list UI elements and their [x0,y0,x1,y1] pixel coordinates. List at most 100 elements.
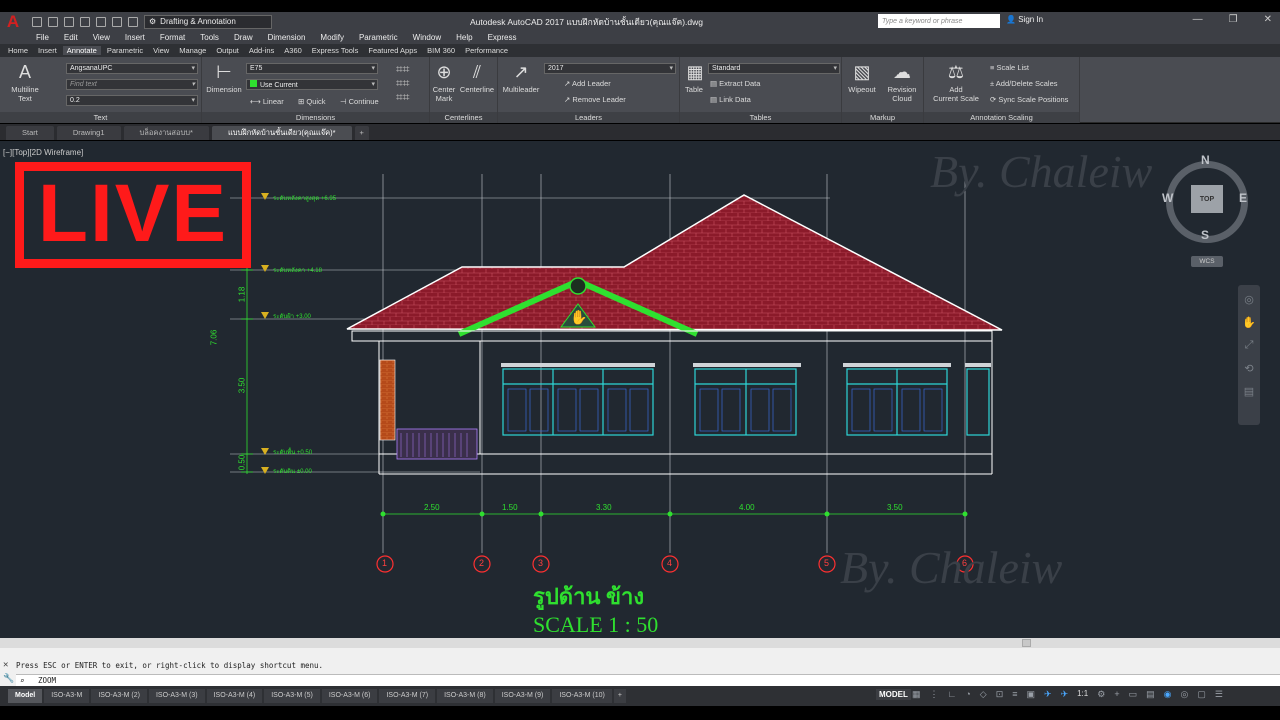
scrollbar-thumb[interactable] [1022,639,1031,647]
menu-edit[interactable]: Edit [64,33,78,42]
layout-tab-model[interactable]: Model [8,689,43,703]
table-button[interactable]: ▦ Table [682,61,706,95]
dim-layer-dropdown[interactable]: Use Current [246,79,378,90]
annotation-scale[interactable]: 1:1 [1077,689,1088,700]
quick-button[interactable]: ⊞ Quick [298,97,326,106]
tab-a360[interactable]: A360 [280,46,306,55]
wcs-menu[interactable]: WCS [1191,256,1223,267]
command-line[interactable]: ⌕ ZOOM [16,674,1280,686]
polar-icon[interactable]: ◔ [965,689,970,700]
showmotion-icon[interactable]: ▤ [1244,385,1254,398]
pan-icon[interactable]: ✋ [1242,316,1256,329]
dimension-button[interactable]: ⊢ Dimension [204,61,244,95]
layout-tab[interactable]: ISO-A3-M (7) [379,689,436,703]
tab-home[interactable]: Home [4,46,32,55]
sync-scale-button[interactable]: ⟳ Sync Scale Positions [990,95,1068,104]
dim-style-dropdown[interactable]: E75 [246,63,378,74]
doc-tab-drawing1[interactable]: Drawing1 [56,126,121,140]
snap-icon[interactable]: ⋮ [930,689,939,700]
clean-screen-icon[interactable]: ▢ [1197,689,1206,700]
mleader-style-dropdown[interactable]: 2017 [544,63,676,74]
tab-parametric[interactable]: Parametric [103,46,147,55]
multiline-text-button[interactable]: A Multiline Text [6,61,44,104]
wipeout-button[interactable]: ▧ Wipeout [844,61,880,95]
compass-s[interactable]: S [1201,228,1209,242]
viewcube-top[interactable]: TOP [1191,185,1223,213]
menu-draw[interactable]: Draw [234,33,253,42]
quick-properties-icon[interactable]: ▤ [1146,689,1155,700]
centerlines-panel-label[interactable]: Centerlines [430,112,497,123]
drawing-canvas[interactable]: [−][Top][2D Wireframe] ระดับหลังคาสูงสุด… [0,141,1280,638]
model-space-toggle[interactable]: MODEL [876,689,911,700]
add-delete-scales-button[interactable]: ± Add/Delete Scales [990,79,1058,88]
close-command-icon[interactable]: ✕ [3,660,8,670]
layout-tab[interactable]: ISO-A3-M (9) [494,689,551,703]
tab-annotate[interactable]: Annotate [62,46,101,55]
transparency-icon[interactable]: ▣ [1027,689,1036,700]
grid-icon[interactable]: ▦ [912,689,921,700]
text-panel-label[interactable]: Text [0,112,201,123]
linear-button[interactable]: ⟷ Linear [250,97,284,106]
tab-performance[interactable]: Performance [461,46,512,55]
annotation-scaling-panel-label[interactable]: Annotation Scaling [924,112,1079,123]
tab-addins[interactable]: Add-ins [245,46,278,55]
isolate-objects-icon[interactable]: ◎ [1180,689,1188,700]
text-height-dropdown[interactable]: 0.2 [66,95,198,106]
units-icon[interactable]: ▭ [1129,689,1138,700]
menu-file[interactable]: File [36,33,49,42]
scale-list-button[interactable]: ≡ Scale List [990,63,1029,72]
autocad-logo-icon[interactable]: A [0,12,26,31]
tab-output[interactable]: Output [212,46,243,55]
customize-icon[interactable]: 🔧 [3,674,14,684]
menu-express[interactable]: Express [488,33,517,42]
table-style-dropdown[interactable]: Standard [708,63,840,74]
orbit-icon[interactable]: ⟲ [1244,362,1253,375]
add-layout-icon[interactable]: + [613,689,626,703]
close-icon[interactable]: ✕ [1264,14,1272,25]
steering-wheel-icon[interactable]: ◎ [1244,293,1254,306]
annotation-visibility-icon[interactable]: ✈ [1044,689,1052,700]
minimize-icon[interactable]: — [1193,14,1203,25]
layout-tab[interactable]: ISO-A3-M [44,689,90,703]
find-text-input[interactable]: Find text [66,79,198,90]
tab-view[interactable]: View [149,46,173,55]
extract-data-button[interactable]: ▤ Extract Data [710,79,760,88]
workspace-dropdown[interactable]: ⚙ Drafting & Annotation [144,14,272,29]
tab-bim360[interactable]: BIM 360 [423,46,459,55]
hardware-acceleration-icon[interactable]: ◉ [1164,689,1172,700]
search-input[interactable]: Type a keyword or phrase [878,14,1000,28]
layout-tab[interactable]: ISO-A3-M (6) [321,689,378,703]
open-icon[interactable] [48,16,58,27]
saveas-icon[interactable] [80,16,90,27]
horizontal-scrollbar[interactable] [0,638,1280,648]
annotation-monitor-icon[interactable]: + [1114,689,1119,700]
new-icon[interactable] [32,16,42,27]
menu-modify[interactable]: Modify [320,33,344,42]
sign-in-button[interactable]: 👤 Sign In [1006,15,1043,24]
tab-insert[interactable]: Insert [34,46,61,55]
restore-icon[interactable]: ❐ [1229,14,1238,25]
workspace-switch-icon[interactable]: ⚙ [1097,689,1105,700]
centerline-button[interactable]: ⫽ Centerline [458,61,496,95]
add-current-scale-button[interactable]: ⚖ Add Current Scale [928,61,984,104]
dim-tools-icons[interactable]: ⌗⌗ ⌗⌗ ⌗⌗ [396,62,410,104]
link-data-button[interactable]: ▤ Link Data [710,95,751,104]
continue-button[interactable]: ⊣ Continue [340,97,379,106]
doc-tab-active[interactable]: แบบฝึกหัดบ้านชั้นเดียว(คุณแจ๊ค)* [211,126,352,140]
tab-express-tools[interactable]: Express Tools [308,46,363,55]
isodraft-icon[interactable]: ◇ [980,689,987,700]
remove-leader-button[interactable]: ↗ Remove Leader [564,95,626,104]
menu-insert[interactable]: Insert [125,33,145,42]
ortho-icon[interactable]: ∟ [948,689,957,700]
multileader-button[interactable]: ↗ Multileader [500,61,542,95]
tab-featured-apps[interactable]: Featured Apps [364,46,421,55]
compass-w[interactable]: W [1162,191,1173,205]
print-icon[interactable] [96,16,106,27]
customization-icon[interactable]: ☰ [1215,689,1223,700]
lineweight-icon[interactable]: ≡ [1012,689,1017,700]
layout-tab[interactable]: ISO-A3-M (10) [552,689,612,703]
new-tab-icon[interactable]: + [354,126,369,140]
menu-view[interactable]: View [93,33,110,42]
command-input[interactable]: ZOOM [38,676,56,685]
compass-e[interactable]: E [1239,191,1247,205]
